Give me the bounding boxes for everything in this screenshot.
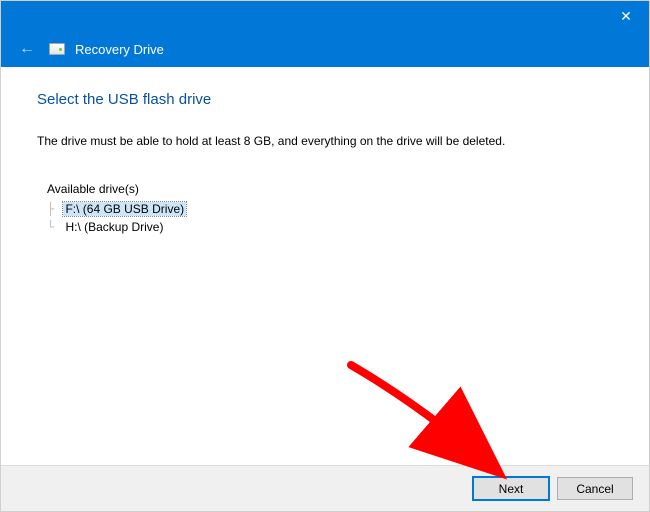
next-button[interactable]: Next (473, 477, 549, 500)
header-bar: ← Recovery Drive (1, 31, 649, 67)
titlebar: ✕ (1, 1, 649, 31)
cancel-button[interactable]: Cancel (557, 477, 633, 500)
drives-tree-label: Available drive(s) (47, 182, 613, 196)
drive-icon (49, 43, 65, 55)
drive-item-f[interactable]: ├ F:\ (64 GB USB Drive) (47, 200, 613, 218)
back-button[interactable]: ← (15, 41, 39, 57)
drive-item-label: H:\ (Backup Drive) (63, 220, 165, 234)
drive-item-h[interactable]: └ H:\ (Backup Drive) (47, 218, 613, 236)
tree-branch-icon: ├ (47, 202, 61, 216)
page-heading: Select the USB flash drive (37, 91, 613, 108)
close-button[interactable]: ✕ (603, 1, 649, 31)
drives-tree: ├ F:\ (64 GB USB Drive) └ H:\ (Backup Dr… (47, 200, 613, 236)
drive-item-label: F:\ (64 GB USB Drive) (63, 202, 186, 216)
instruction-text: The drive must be able to hold at least … (37, 134, 613, 148)
tree-branch-icon: └ (47, 220, 61, 234)
footer-bar: Next Cancel (1, 465, 649, 511)
header-title: Recovery Drive (75, 42, 164, 57)
content-area: Select the USB flash drive The drive mus… (1, 67, 649, 236)
close-icon: ✕ (620, 8, 632, 25)
